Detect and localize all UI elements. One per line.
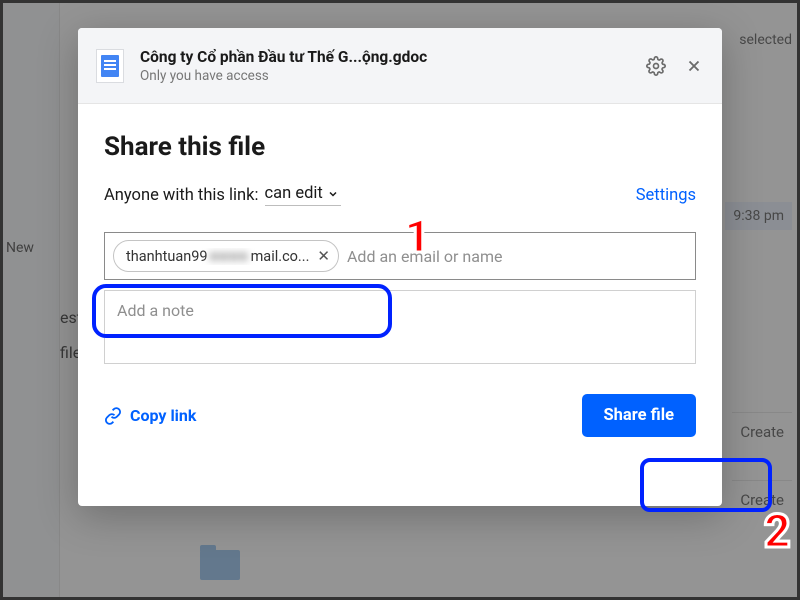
settings-link[interactable]: Settings — [636, 186, 696, 205]
gear-icon[interactable] — [646, 56, 666, 76]
permission-prefix: Anyone with this link: — [104, 186, 259, 205]
permission-dropdown[interactable]: can edit — [265, 184, 341, 206]
chevron-down-icon — [327, 188, 339, 200]
chip-suffix: mail.co... — [251, 248, 310, 265]
chip-redacted: ■■■■ — [210, 248, 249, 265]
copy-link-button[interactable]: Copy link — [104, 406, 196, 425]
file-title: Công ty Cổ phần Đầu tư Thế G...ộng.gdoc — [140, 48, 646, 66]
chip-prefix: thanhtuan99 — [126, 248, 208, 265]
note-textarea[interactable]: Add a note — [104, 290, 696, 364]
chip-remove-icon[interactable]: ✕ — [317, 247, 330, 265]
modal-header: Công ty Cổ phần Đầu tư Thế G...ộng.gdoc … — [78, 28, 722, 104]
link-icon — [104, 407, 122, 425]
email-field-row[interactable]: thanhtuan99■■■■mail.co... ✕ — [104, 232, 696, 280]
email-chip[interactable]: thanhtuan99■■■■mail.co... ✕ — [113, 240, 339, 272]
permission-value: can edit — [265, 184, 323, 203]
email-input[interactable] — [347, 233, 685, 279]
modal-footer: Copy link Share file — [104, 394, 696, 437]
modal-body: Share this file Anyone with this link: c… — [78, 104, 722, 506]
copy-link-label: Copy link — [130, 406, 196, 425]
gdoc-icon — [96, 49, 124, 83]
close-icon[interactable] — [684, 56, 704, 76]
share-modal: Công ty Cổ phần Đầu tư Thế G...ộng.gdoc … — [78, 28, 722, 506]
permission-row: Anyone with this link: can edit Settings — [104, 184, 696, 206]
share-heading: Share this file — [104, 132, 696, 162]
share-file-button[interactable]: Share file — [582, 394, 696, 437]
header-text: Công ty Cổ phần Đầu tư Thế G...ộng.gdoc … — [140, 48, 646, 84]
access-subtitle: Only you have access — [140, 68, 646, 84]
